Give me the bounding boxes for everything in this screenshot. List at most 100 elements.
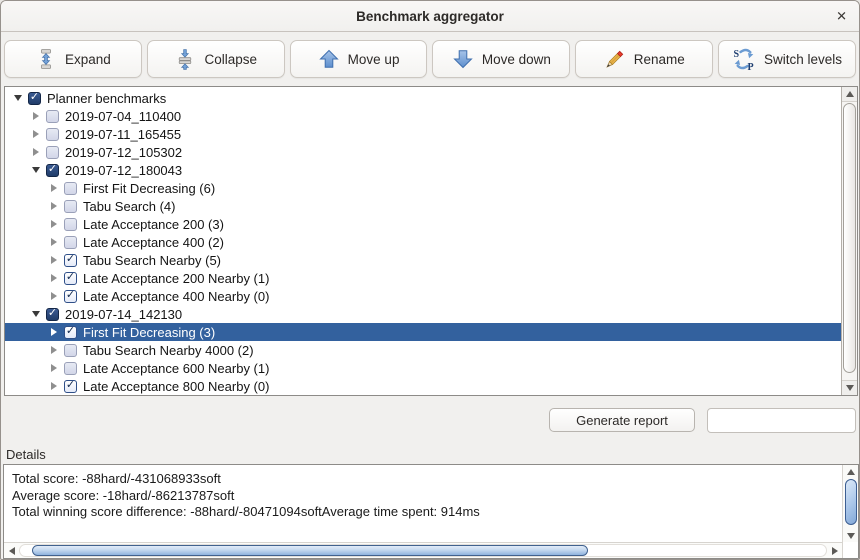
expand-button-label: Expand: [65, 52, 111, 67]
details-text: Total score: -88hard/-431068933softAvera…: [4, 465, 842, 542]
scroll-left-button[interactable]: [4, 543, 19, 558]
expander-icon[interactable]: [29, 148, 43, 156]
checkbox[interactable]: [64, 272, 77, 285]
expander-icon[interactable]: [47, 346, 61, 354]
scroll-down-button[interactable]: [843, 529, 858, 542]
expander-icon[interactable]: [29, 167, 43, 173]
tree-vertical-scrollbar[interactable]: [841, 87, 857, 395]
switch-levels-button[interactable]: S P Switch levels: [718, 40, 856, 78]
rename-icon: [604, 48, 626, 70]
details-hscrollbar-thumb[interactable]: [32, 545, 588, 556]
expand-button[interactable]: Expand: [4, 40, 142, 78]
expander-icon[interactable]: [47, 292, 61, 300]
checkbox[interactable]: [64, 182, 77, 195]
tree-item-label: 2019-07-12_180043: [65, 163, 182, 178]
collapse-icon: [174, 48, 196, 70]
expander-icon[interactable]: [47, 238, 61, 246]
checkbox[interactable]: [64, 200, 77, 213]
expander-icon[interactable]: [29, 112, 43, 120]
close-icon[interactable]: ✕: [836, 10, 847, 23]
rename-button-label: Rename: [634, 52, 685, 67]
tree-row[interactable]: 2019-07-14_142130: [5, 305, 841, 323]
tree-row[interactable]: Late Acceptance 800 Nearby (0): [5, 377, 841, 395]
expander-icon[interactable]: [47, 364, 61, 372]
tree-row[interactable]: 2019-07-12_105302: [5, 143, 841, 161]
expander-icon[interactable]: [47, 184, 61, 192]
expander-icon[interactable]: [47, 382, 61, 390]
expander-icon[interactable]: [29, 130, 43, 138]
checkbox[interactable]: [46, 164, 59, 177]
checkbox[interactable]: [64, 362, 77, 375]
generate-report-button[interactable]: Generate report: [549, 408, 695, 432]
window-title: Benchmark aggregator: [356, 9, 504, 24]
tree-row[interactable]: Late Acceptance 400 (2): [5, 233, 841, 251]
tree-row[interactable]: 2019-07-12_180043: [5, 161, 841, 179]
tree-row[interactable]: 2019-07-11_165455: [5, 125, 841, 143]
checkbox[interactable]: [28, 92, 41, 105]
move-down-icon: [452, 48, 474, 70]
details-vscrollbar-track[interactable]: [843, 478, 858, 529]
scroll-down-icon: [847, 533, 855, 539]
scroll-down-icon: [846, 385, 854, 391]
expander-icon[interactable]: [47, 202, 61, 210]
checkbox[interactable]: [46, 308, 59, 321]
details-hscrollbar-track[interactable]: [19, 544, 827, 557]
checkbox[interactable]: [64, 254, 77, 267]
tree-row[interactable]: Planner benchmarks: [5, 89, 841, 107]
expander-icon[interactable]: [47, 256, 61, 264]
expander-icon[interactable]: [47, 220, 61, 228]
scroll-down-button[interactable]: [842, 380, 857, 395]
svg-text:S: S: [734, 49, 740, 60]
tree-item-label: Tabu Search (4): [83, 199, 176, 214]
details-box: Total score: -88hard/-431068933softAvera…: [3, 464, 859, 559]
expander-icon[interactable]: [47, 274, 61, 282]
tree-item-label: Tabu Search Nearby 4000 (2): [83, 343, 254, 358]
details-label: Details: [6, 447, 46, 462]
tree-item-label: Late Acceptance 200 Nearby (1): [83, 271, 269, 286]
tree-row[interactable]: Tabu Search (4): [5, 197, 841, 215]
tree-row[interactable]: Tabu Search Nearby (5): [5, 251, 841, 269]
tree-item-label: Late Acceptance 800 Nearby (0): [83, 379, 269, 394]
tree-item-label: First Fit Decreasing (6): [83, 181, 215, 196]
checkbox[interactable]: [46, 128, 59, 141]
details-vscrollbar-thumb[interactable]: [845, 479, 857, 525]
tree-item-label: 2019-07-04_110400: [65, 109, 181, 124]
details-horizontal-scrollbar[interactable]: [4, 542, 842, 558]
tree-row[interactable]: Late Acceptance 200 (3): [5, 215, 841, 233]
collapse-button[interactable]: Collapse: [147, 40, 285, 78]
tree-row[interactable]: 2019-07-04_110400: [5, 107, 841, 125]
checkbox[interactable]: [64, 380, 77, 393]
expander-icon[interactable]: [29, 311, 43, 317]
checkbox[interactable]: [46, 146, 59, 159]
move-up-button[interactable]: Move up: [290, 40, 428, 78]
expander-icon[interactable]: [47, 328, 61, 336]
tree-row[interactable]: First Fit Decreasing (6): [5, 179, 841, 197]
checkbox[interactable]: [64, 290, 77, 303]
move-down-button-label: Move down: [482, 52, 551, 67]
tree-scrollbar-thumb[interactable]: [843, 103, 856, 373]
scroll-up-button[interactable]: [843, 465, 858, 478]
details-vertical-scrollbar[interactable]: [842, 465, 858, 542]
checkbox[interactable]: [64, 236, 77, 249]
tree-item-label: Late Acceptance 400 Nearby (0): [83, 289, 269, 304]
scroll-right-button[interactable]: [827, 543, 842, 558]
move-down-button[interactable]: Move down: [432, 40, 570, 78]
tree-item-label: Late Acceptance 600 Nearby (1): [83, 361, 269, 376]
expander-icon[interactable]: [11, 95, 25, 101]
scroll-up-icon: [846, 91, 854, 97]
tree-row[interactable]: Late Acceptance 200 Nearby (1): [5, 269, 841, 287]
tree-row[interactable]: First Fit Decreasing (3): [5, 323, 841, 341]
titlebar: Benchmark aggregator ✕: [1, 1, 859, 32]
tree-item-label: 2019-07-11_165455: [65, 127, 181, 142]
checkbox[interactable]: [46, 110, 59, 123]
move-up-icon: [318, 48, 340, 70]
tree-row[interactable]: Late Acceptance 400 Nearby (0): [5, 287, 841, 305]
checkbox[interactable]: [64, 326, 77, 339]
tree-scrollbar-track[interactable]: [842, 102, 857, 380]
checkbox[interactable]: [64, 344, 77, 357]
checkbox[interactable]: [64, 218, 77, 231]
rename-button[interactable]: Rename: [575, 40, 713, 78]
tree-row[interactable]: Late Acceptance 600 Nearby (1): [5, 359, 841, 377]
tree-row[interactable]: Tabu Search Nearby 4000 (2): [5, 341, 841, 359]
scroll-up-button[interactable]: [842, 87, 857, 102]
